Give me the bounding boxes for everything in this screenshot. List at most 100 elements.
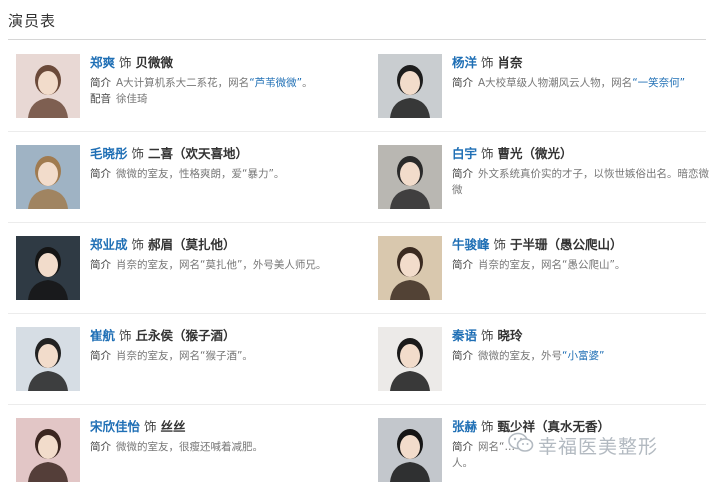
title-divider [8,39,706,40]
as-label: 饰 [481,419,494,434]
intro-label: 简介 [452,168,473,180]
role-name: 贝微微 [135,55,174,70]
intro-nickname: “芦苇微微” [249,77,303,89]
intro-label: 简介 [452,77,473,89]
cast-info: 杨洋饰肖奈 简介 A大校草级人物潮风云人物，网名“一笑奈何” [452,54,714,91]
cast-card: 秦语饰晓玲简介 微微的室友，外号“小富婆” [378,327,718,393]
actor-name-link[interactable]: 白宇 [452,146,477,161]
cast-row: 郑业成饰郝眉（莫扎他） 简介 肖奈的室友，网名“莫扎他”，外号美人师兄。 牛骏峰饰于半… [8,223,706,314]
cast-card: 郑爽饰贝微微简介 A大计算机系大二系花，网名“芦苇微微”。配音 徐佳琦 [16,54,356,120]
voice-label: 配音 [90,93,111,105]
role-name: 曹光（微光） [497,146,573,161]
as-label: 饰 [131,237,145,252]
actor-name-link[interactable]: 张赫 [452,419,477,434]
cast-name-line: 牛骏峰饰于半珊（愚公爬山） [452,236,714,254]
intro-label: 简介 [452,441,473,453]
cast-name-line: 杨洋饰肖奈 [452,54,714,72]
as-label: 饰 [481,146,494,161]
cast-card: 杨洋饰肖奈 简介 A大校草级人物潮风云人物，网名“一笑奈何” [378,54,718,120]
intro-text: 简介 肖奈的室友，网名“愚公爬山”。 [452,257,714,273]
cast-info: 宋欣佳怡饰丝丝 简介 微微的室友，很瘦还喊着减肥。 [90,418,352,455]
actor-name-link[interactable]: 郑业成 [90,237,128,252]
cast-card: 牛骏峰饰于半珊（愚公爬山） 简介 肖奈的室友，网名“愚公爬山”。 [378,236,718,302]
cast-info: 崔航饰丘永侯（猴子酒） 简介 肖奈的室友，网名“猴子酒”。 [90,327,352,364]
actor-name-link[interactable]: 郑爽 [90,55,115,70]
cast-card: 毛晓彤饰二喜（欢天喜地） 简介 微微的室友，性格爽朗，爱“暴力”。 [16,145,356,211]
actor-name-link[interactable]: 秦语 [452,328,477,343]
role-name: 丝丝 [160,419,186,434]
intro-label: 简介 [90,441,111,453]
cast-card: 宋欣佳怡饰丝丝 简介 微微的室友，很瘦还喊着减肥。 [16,418,356,483]
cast-row: 崔航饰丘永侯（猴子酒） 简介 肖奈的室友，网名“猴子酒”。 秦语饰晓玲 简介 微微的室友，… [8,314,706,405]
intro-body: 微微的室友，外号 [478,350,562,362]
intro-text: 简介 微微的室友，很瘦还喊着减肥。 [90,439,352,455]
actor-photo[interactable] [378,145,442,209]
as-label: 饰 [131,146,145,161]
cast-info: 毛晓彤饰二喜（欢天喜地） 简介 微微的室友，性格爽朗，爱“暴力”。 [90,145,352,182]
intro-text: 简介 微微的室友，外号“小富婆” [452,348,714,364]
watermark: 幸福医美整形 [508,430,658,460]
actor-photo[interactable] [16,236,80,300]
intro-text: 简介 A大校草级人物潮风云人物，网名“一笑奈何” [452,75,714,91]
role-name: 晓玲 [497,328,523,343]
intro-label: 简介 [452,350,473,362]
cast-card: 崔航饰丘永侯（猴子酒） 简介 肖奈的室友，网名“猴子酒”。 [16,327,356,393]
cast-name-line: 毛晓彤饰二喜（欢天喜地） [90,145,352,163]
intro-body: 外文系统真价实的才子，以恢世嫉俗出名。暗恋微微 [452,168,709,196]
voice-name: 徐佳琦 [116,93,148,105]
intro-text: 简介 肖奈的室友，网名“莫扎他”，外号美人师兄。 [90,257,352,273]
intro-nickname: “小富婆” [562,350,605,362]
actor-photo[interactable] [378,54,442,118]
actor-photo[interactable] [378,236,442,300]
role-name: 郝眉（莫扎他） [148,237,236,252]
cast-row: 毛晓彤饰二喜（欢天喜地） 简介 微微的室友，性格爽朗，爱“暴力”。 白宇饰曹光（微光）… [8,132,709,223]
intro-text: 简介 外文系统真价实的才子，以恢世嫉俗出名。暗恋微微 [452,166,714,198]
intro-body: A大校草级人物潮风云人物，网名 [478,77,633,89]
actor-photo[interactable] [16,145,80,209]
intro-body: 肖奈的室友，网名“猴子酒”。 [116,350,253,362]
cast-info: 郑业成饰郝眉（莫扎他） 简介 肖奈的室友，网名“莫扎他”，外号美人师兄。 [90,236,352,273]
actor-name-link[interactable]: 杨洋 [452,55,477,70]
intro-suffix: 。 [302,77,313,89]
actor-name-link[interactable]: 宋欣佳怡 [90,419,140,434]
cast-name-line: 白宇饰曹光（微光） [452,145,714,163]
actor-photo[interactable] [378,327,442,391]
intro-text: 简介 肖奈的室友，网名“猴子酒”。 [90,348,352,364]
role-name: 丘永侯（猴子酒） [135,328,236,343]
cast-info: 郑爽饰贝微微简介 A大计算机系大二系花，网名“芦苇微微”。配音 徐佳琦 [90,54,352,107]
cast-card: 郑业成饰郝眉（莫扎他） 简介 肖奈的室友，网名“莫扎他”，外号美人师兄。 [16,236,356,302]
actor-photo[interactable] [16,418,80,482]
role-name: 于半珊（愚公爬山） [510,237,623,252]
page-title: 演员表 [8,12,57,30]
as-label: 饰 [493,237,507,252]
intro-label: 简介 [90,168,111,180]
watermark-text: 幸福医美整形 [538,435,659,458]
actor-photo[interactable] [16,54,80,118]
intro-label: 简介 [452,259,473,271]
intro-label: 简介 [90,259,111,271]
as-label: 饰 [481,328,494,343]
intro-body: 肖奈的室友，网名“愚公爬山”。 [478,259,626,271]
intro-body: 微微的室友，很瘦还喊着减肥。 [116,441,263,453]
role-name: 二喜（欢天喜地） [148,146,249,161]
actor-photo[interactable] [16,327,80,391]
voice-actor: 配音 徐佳琦 [90,91,352,107]
actor-name-link[interactable]: 崔航 [90,328,115,343]
as-label: 饰 [119,328,132,343]
intro-text: 简介 A大计算机系大二系花，网名“芦苇微微”。 [90,75,352,91]
cast-name-line: 郑爽饰贝微微 [90,54,352,72]
intro-body: A大计算机系大二系花，网名 [116,77,250,89]
actor-photo[interactable] [378,418,442,482]
actor-name-link[interactable]: 毛晓彤 [90,146,128,161]
as-label: 饰 [481,55,494,70]
cast-info: 秦语饰晓玲简介 微微的室友，外号“小富婆” [452,327,714,364]
role-name: 肖奈 [497,55,523,70]
actor-name-link[interactable]: 牛骏峰 [452,237,490,252]
cast-card: 白宇饰曹光（微光） 简介 外文系统真价实的才子，以恢世嫉俗出名。暗恋微微 [378,145,718,211]
cast-name-line: 宋欣佳怡饰丝丝 [90,418,352,436]
intro-label: 简介 [90,350,111,362]
intro-body: 微微的室友，性格爽朗，爱“暴力”。 [116,168,285,180]
cast-info: 牛骏峰饰于半珊（愚公爬山） 简介 肖奈的室友，网名“愚公爬山”。 [452,236,714,273]
intro-label: 简介 [90,77,111,89]
cast-name-line: 秦语饰晓玲 [452,327,714,345]
